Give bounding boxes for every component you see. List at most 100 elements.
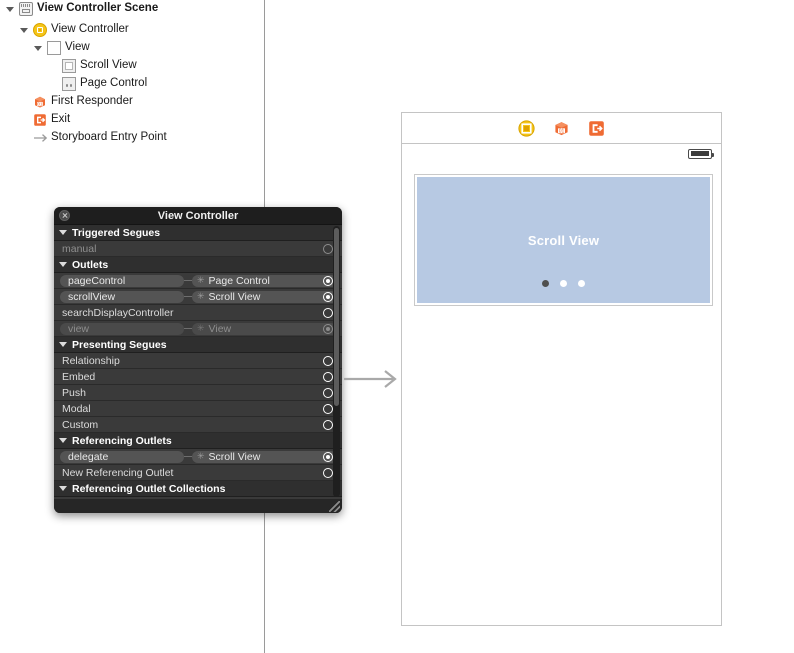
outline-item-storyboard-entry-point[interactable]: Storyboard Entry Point (33, 129, 167, 146)
scrollbar-thumb[interactable] (334, 228, 339, 406)
connection-well-filled[interactable] (323, 291, 333, 302)
connection-dash (184, 280, 192, 281)
connection-row[interactable]: view ✳ View (54, 321, 342, 337)
disconnect-icon[interactable]: ✳ (197, 292, 205, 301)
connection-well-empty[interactable] (323, 371, 333, 382)
connection-target-label: Page Control (208, 274, 270, 287)
outline-item-page-control[interactable]: Page Control (62, 75, 147, 92)
disclosure-triangle-icon[interactable] (34, 43, 44, 53)
disclosure-triangle-icon[interactable] (59, 230, 67, 235)
page-dot[interactable] (542, 280, 549, 287)
section-title: Referencing Outlet Collections (72, 482, 226, 495)
outline-item-view-controller-scene[interactable]: View Controller Scene (6, 0, 158, 17)
entry-point-arrow-icon (33, 131, 48, 145)
disconnect-icon[interactable]: ✳ (197, 276, 205, 285)
connection-name-label: Push (62, 386, 86, 399)
resize-grip-icon[interactable] (329, 501, 340, 512)
first-responder-icon[interactable]: 01 (553, 120, 570, 137)
connection-well-empty[interactable] (323, 243, 333, 254)
battery-icon (688, 148, 714, 159)
view-controller-canvas[interactable]: 01 Scroll View (401, 112, 722, 626)
connection-row[interactable]: searchDisplayController (54, 305, 342, 321)
connection-well-filled[interactable] (323, 323, 333, 334)
disclosure-triangle-icon[interactable] (59, 342, 67, 347)
page-dot[interactable] (578, 280, 585, 287)
outline-item-exit[interactable]: Exit (33, 111, 70, 128)
scroll-view[interactable]: Scroll View (414, 174, 713, 306)
connection-name-pill[interactable]: pageControl (60, 274, 184, 287)
connection-well-filled[interactable] (323, 451, 333, 462)
connections-section-header[interactable]: Outlets (54, 257, 342, 273)
disclosure-triangle-icon[interactable] (6, 4, 16, 14)
scroll-view-icon (62, 58, 76, 73)
outline-item-label: First Responder (51, 95, 133, 107)
connection-well-empty[interactable] (323, 307, 333, 318)
connection-target-pill[interactable]: ✳ Scroll View (192, 290, 337, 303)
connection-row[interactable]: pageControl ✳ Page Control (54, 273, 342, 289)
section-title: Outlets (72, 258, 109, 271)
connection-dash (184, 328, 192, 329)
outline-item-view[interactable]: View (34, 39, 90, 56)
connection-well-empty[interactable] (323, 387, 333, 398)
connection-name-label: Relationship (62, 354, 120, 367)
connection-dash (184, 296, 192, 297)
page-dot[interactable] (560, 280, 567, 287)
connection-row[interactable]: Embed (54, 369, 342, 385)
close-icon[interactable] (59, 210, 70, 221)
connection-row[interactable]: manual (54, 241, 342, 257)
connections-section-header[interactable]: Referencing Outlets (54, 433, 342, 449)
connection-name-pill[interactable]: scrollView (60, 290, 184, 303)
popover-scrollbar[interactable] (333, 226, 340, 497)
outline-item-label: View (65, 41, 90, 53)
page-control[interactable] (417, 280, 710, 287)
connection-name-label: Embed (62, 370, 96, 383)
disclosure-triangle-icon[interactable] (59, 262, 67, 267)
connection-well-empty[interactable] (323, 355, 333, 366)
connection-target-label: Scroll View (208, 450, 261, 463)
connection-target-pill[interactable]: ✳ View (192, 322, 337, 335)
connection-row[interactable]: Custom (54, 417, 342, 433)
connection-row[interactable]: New Referencing Outlet (54, 465, 342, 481)
view-icon (47, 40, 61, 55)
view-controller-icon[interactable] (518, 119, 535, 137)
connection-target-pill[interactable]: ✳ Scroll View (192, 450, 337, 463)
outline-item-label: View Controller Scene (37, 2, 159, 14)
scene-dock-toolbar: 01 (402, 113, 721, 144)
connection-target-label: Scroll View (208, 290, 261, 303)
outline-item-first-responder[interactable]: 01 First Responder (33, 93, 133, 110)
disconnect-icon[interactable]: ✳ (197, 324, 205, 333)
disconnect-icon[interactable]: ✳ (197, 452, 205, 461)
connection-well-empty[interactable] (323, 403, 333, 414)
connection-well-empty[interactable] (323, 467, 333, 478)
connections-section-header[interactable]: Referencing Outlet Collections (54, 481, 342, 497)
outline-item-label: View Controller (51, 23, 129, 35)
svg-text:01: 01 (559, 128, 565, 134)
outline-item-scroll-view[interactable]: Scroll View (62, 57, 137, 74)
connections-list[interactable]: Triggered Segues manual Outlets pageControl… (54, 225, 342, 499)
view-controller-icon (33, 22, 47, 37)
outline-item-view-controller[interactable]: View Controller (20, 21, 129, 38)
section-title: Referencing Outlets (72, 434, 172, 447)
connection-name-label: searchDisplayController (62, 306, 174, 319)
scene-icon (19, 1, 33, 16)
connections-section-header[interactable]: Presenting Segues (54, 337, 342, 353)
connection-row[interactable]: delegate ✳ Scroll View (54, 449, 342, 465)
disclosure-triangle-icon[interactable] (59, 438, 67, 443)
connection-row[interactable]: Relationship (54, 353, 342, 369)
connection-row[interactable]: scrollView ✳ Scroll View (54, 289, 342, 305)
exit-icon[interactable] (588, 120, 605, 137)
disclosure-triangle-icon[interactable] (59, 486, 67, 491)
disclosure-triangle-icon[interactable] (20, 25, 30, 35)
connection-name-pill[interactable]: view (60, 322, 184, 335)
connection-well-empty[interactable] (323, 419, 333, 430)
device-screen[interactable]: Scroll View (402, 144, 721, 625)
connection-target-pill[interactable]: ✳ Page Control (192, 274, 337, 287)
connection-row[interactable]: Modal (54, 401, 342, 417)
connection-name-pill[interactable]: delegate (60, 450, 184, 463)
popover-footer (54, 499, 342, 513)
connection-row[interactable]: Push (54, 385, 342, 401)
outline-item-label: Scroll View (80, 59, 137, 71)
connections-inspector-popover: View Controller Triggered Segues manual Ou… (54, 207, 342, 513)
connection-well-filled[interactable] (323, 275, 333, 286)
connections-section-header[interactable]: Triggered Segues (54, 225, 342, 241)
